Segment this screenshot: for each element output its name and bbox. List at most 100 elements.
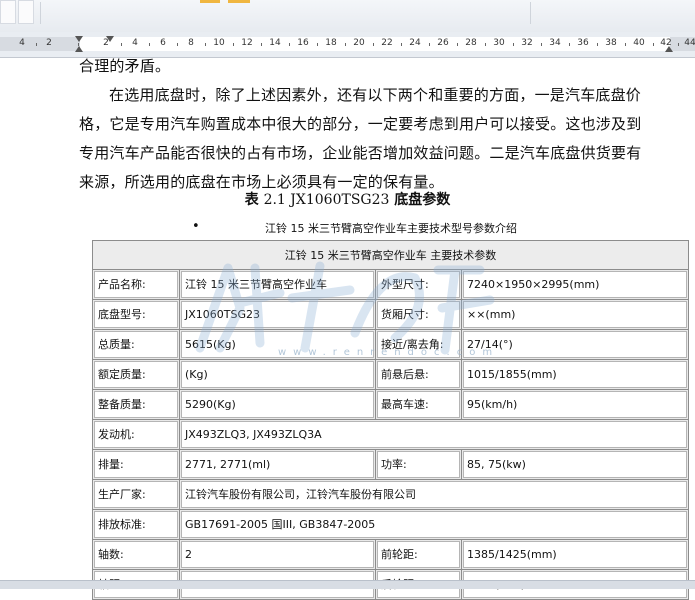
tab-stop-icon[interactable] [106, 36, 114, 42]
label: 功率: [377, 451, 460, 478]
toolbar-accent [228, 0, 250, 3]
watermark-url: www.renrendoc.com [278, 347, 500, 358]
ruler-number: 10 [213, 38, 225, 48]
ruler-tick [678, 43, 679, 46]
label: 产品名称: [94, 271, 178, 298]
ruler-tick [485, 43, 486, 46]
value-cell: 1015/1855(mm) [461, 359, 689, 390]
value: (Kg) [181, 361, 374, 388]
value: 2 [181, 541, 374, 568]
ruler-number: 22 [381, 38, 393, 48]
bullet-text: 江铃 15 米三节臂高空作业车主要技术型号参数介绍 [265, 222, 517, 235]
table-row: 产品名称: 江铃 15 米三节臂高空作业车 外型尺寸: 7240×1950×2995(… [92, 269, 689, 300]
value-cell: 95(km/h) [461, 389, 689, 420]
caption-prefix: 表 [244, 192, 264, 208]
ruler-tick [261, 43, 262, 46]
label-cell: 最高车速: [375, 389, 462, 420]
ruler-tick [597, 43, 598, 46]
ruler-tick [36, 43, 37, 46]
value-cell: 7240×1950×2995(mm) [461, 269, 689, 300]
label: 排量: [94, 451, 178, 478]
label: 排放标准: [94, 511, 178, 538]
value-cell: 1385/1425(mm) [461, 539, 689, 570]
ruler-number: 34 [549, 38, 561, 48]
ruler-tick [149, 43, 150, 46]
value-cell: JX493ZLQ3, JX493ZLQ3A [179, 419, 689, 450]
ruler-tick [345, 43, 346, 46]
label: 最高车速: [377, 391, 460, 418]
label: 底盘型号: [94, 301, 178, 328]
label-cell: 前轮距: [375, 539, 462, 570]
ruler-number: 26 [437, 38, 449, 48]
ruler-tick [289, 43, 290, 46]
value: JX1060TSG23 [181, 301, 374, 328]
value: 1385/1425(mm) [463, 541, 687, 568]
ruler-number: 38 [605, 38, 617, 48]
value: GB17691-2005 国III, GB3847-2005 [181, 511, 687, 538]
label-cell: 功率: [375, 449, 462, 480]
toolbar-button[interactable] [18, 0, 34, 24]
ruler-number: 44 [684, 38, 695, 48]
table-row: 排量: 2771, 2771(ml) 功率: 85, 75(kw) [92, 449, 689, 480]
first-line-indent-icon[interactable] [75, 36, 83, 42]
label-cell: 外型尺寸: [375, 269, 462, 300]
value-cell: 江铃汽车股份有限公司，江铃汽车股份有限公司 [179, 479, 689, 510]
ruler-number: 24 [409, 38, 421, 48]
label-cell: 额定质量: [92, 359, 180, 390]
ruler-number: 20 [353, 38, 365, 48]
ruler-tick [401, 43, 402, 46]
label: 轴数: [94, 541, 178, 568]
ruler-tick [429, 43, 430, 46]
document-body[interactable]: 合理的矛盾。 在选用底盘时，除了上述因素外，还有以下两个和重要的方面，一是汽车底… [79, 52, 673, 197]
toolbar-accent [200, 0, 220, 3]
toolbar-button[interactable] [0, 0, 16, 24]
table-row: 轴数: 2 前轮距: 1385/1425(mm) [92, 539, 689, 570]
label: 发动机: [94, 421, 178, 448]
caption-number: 2.1 JX1060TSG23 [263, 192, 390, 208]
ruler-number: 4 [19, 38, 25, 48]
paragraph-line: 格，它是专用汽车购置成本中很大的部分，一定要考虑到用户可以接受。这也涉及到 [79, 115, 642, 133]
ruler-margin-left [0, 37, 80, 51]
label: 前轮距: [377, 541, 460, 568]
table-row: 整备质量: 5290(Kg) 最高车速: 95(km/h) [92, 389, 689, 420]
ruler-number: 8 [188, 38, 194, 48]
label-cell: 生产厂家: [92, 479, 180, 510]
value-cell: 5290(Kg) [179, 389, 376, 420]
label: 前悬后悬: [377, 361, 460, 388]
table-header-row: 江铃 15 米三节臂高空作业车 主要技术参数 [92, 240, 689, 270]
value: JX493ZLQ3, JX493ZLQ3A [181, 421, 687, 448]
table-row: 生产厂家: 江铃汽车股份有限公司，江铃汽车股份有限公司 [92, 479, 689, 510]
ruler-number: 12 [241, 38, 253, 48]
ruler-tick [121, 43, 122, 46]
paragraph-line: 合理的矛盾。 [79, 57, 171, 75]
ruler-number: 2 [46, 38, 52, 48]
table-row: 额定质量: (Kg) 前悬后悬: 1015/1855(mm) [92, 359, 689, 390]
ruler-tick [653, 43, 654, 46]
table-row: 发动机: JX493ZLQ3, JX493ZLQ3A [92, 419, 689, 450]
toolbar-separator [530, 2, 531, 24]
value: 5290(Kg) [181, 391, 374, 418]
value-cell: 江铃 15 米三节臂高空作业车 [179, 269, 376, 300]
value: 江铃 15 米三节臂高空作业车 [181, 271, 374, 298]
label: 额定质量: [94, 361, 178, 388]
ruler-tick [541, 43, 542, 46]
ruler-number: 36 [577, 38, 589, 48]
table-row: 排放标准: GB17691-2005 国III, GB3847-2005 [92, 509, 689, 540]
bullet-icon: • [192, 219, 200, 234]
label-cell: 总质量: [92, 329, 180, 360]
label-cell: 排放标准: [92, 509, 180, 540]
label-cell: 底盘型号: [92, 299, 180, 330]
value: ××(mm) [463, 301, 687, 328]
ruler-tick [625, 43, 626, 46]
ruler-tick [457, 43, 458, 46]
label-cell: 发动机: [92, 419, 180, 450]
ruler-number: 40 [633, 38, 645, 48]
label: 外型尺寸: [377, 271, 460, 298]
toolbar-separator [40, 2, 41, 24]
ruler-number: 30 [493, 38, 505, 48]
paragraph-line: 专用汽车产品能否很快的占有市场，企业能否增加效益问题。二是汽车底盘供货要有 [79, 144, 642, 162]
value: 85, 75(kw) [463, 451, 687, 478]
ruler-number: 18 [325, 38, 337, 48]
label-cell: 产品名称: [92, 269, 180, 300]
value-cell: (Kg) [179, 359, 376, 390]
